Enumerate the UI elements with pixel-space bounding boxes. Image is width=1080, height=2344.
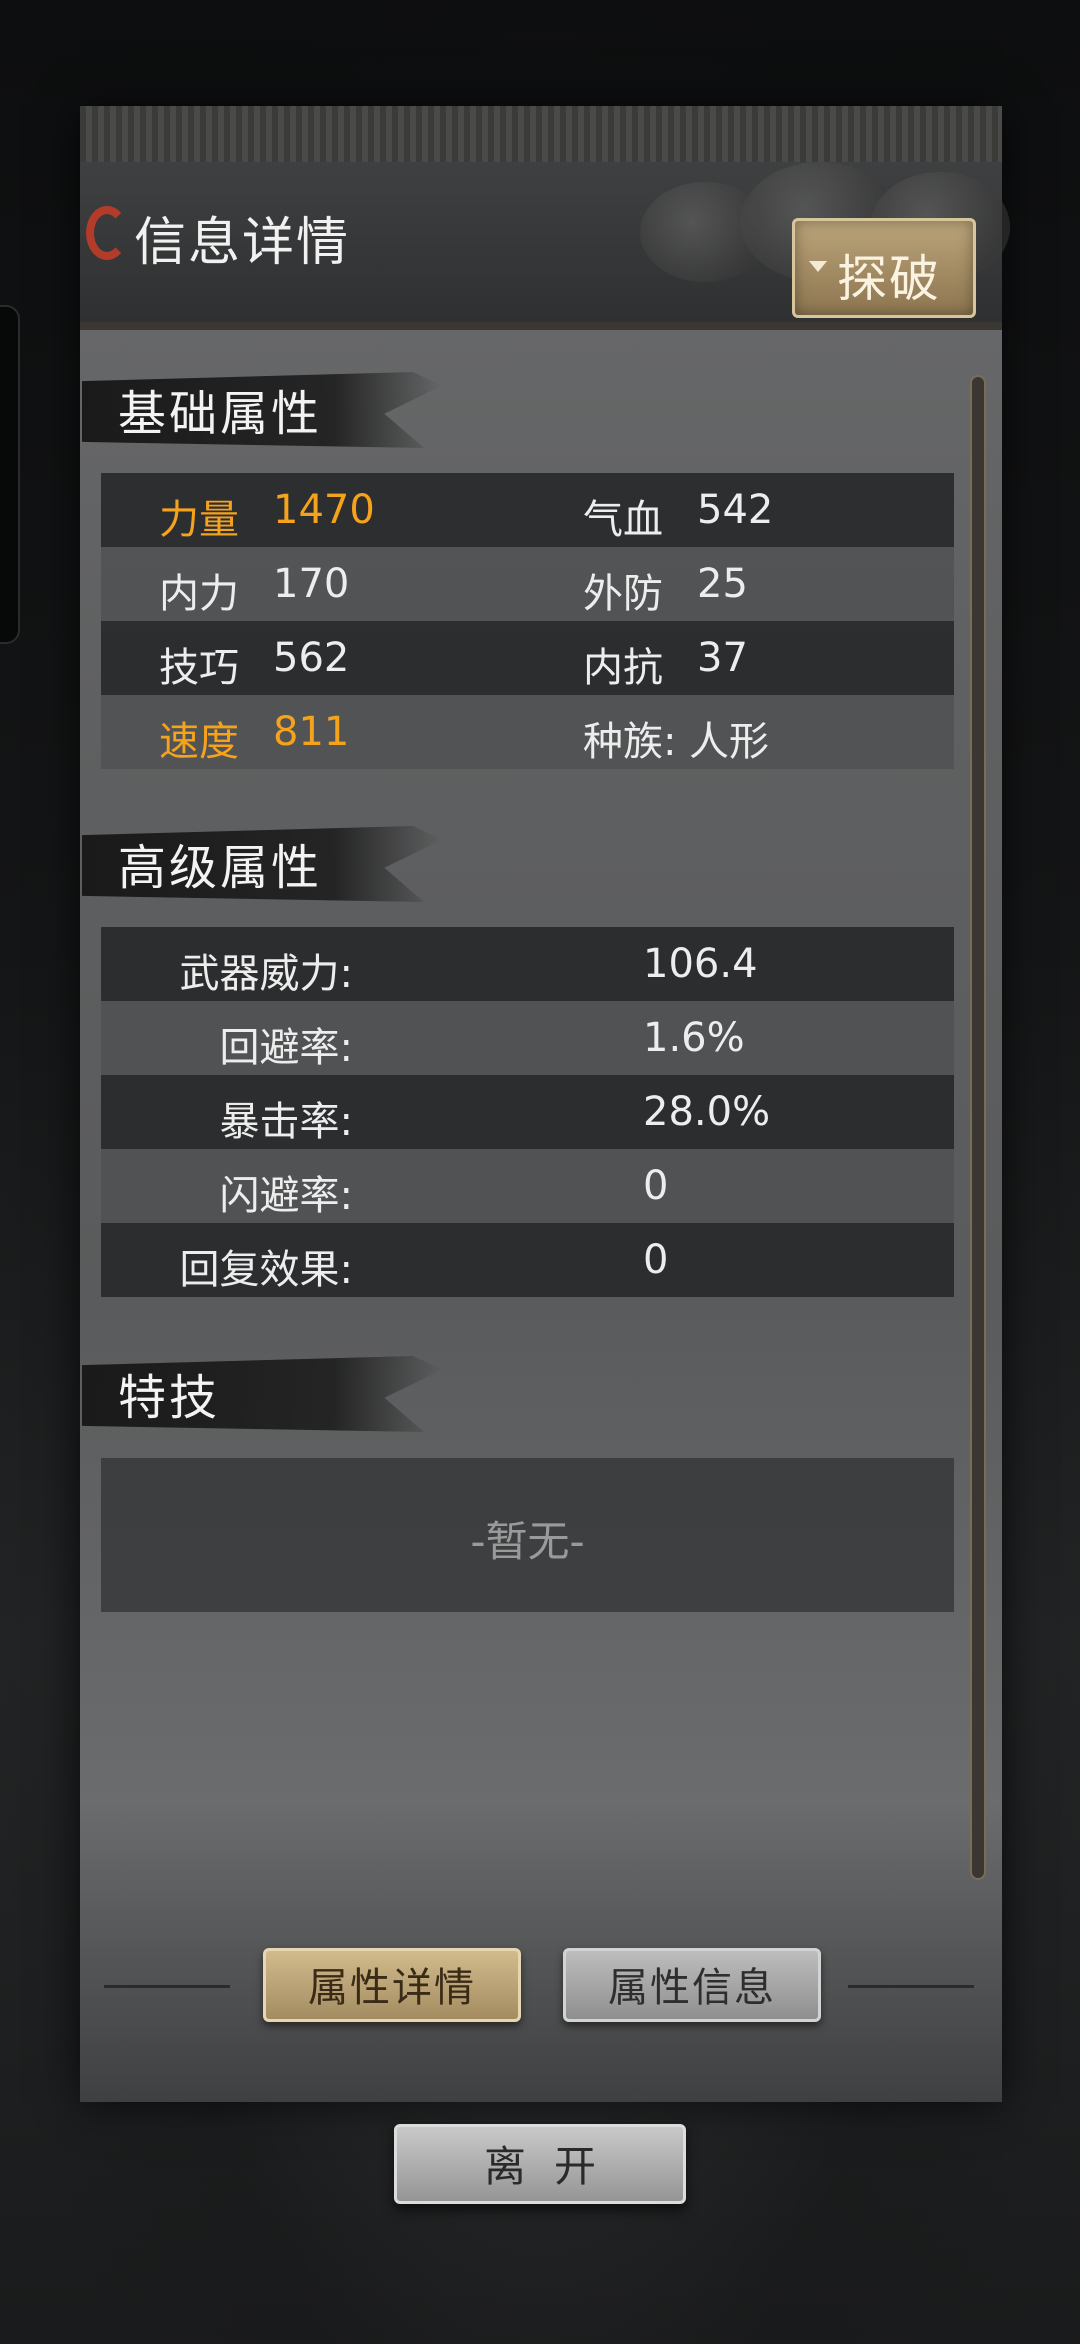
attr-label: 回避率: [219,1025,353,1071]
leave-button[interactable]: 离开 [394,2124,686,2204]
attr-value: 170 [273,561,350,607]
attr-value: 0 [643,1237,669,1283]
attr-value: 0 [643,1163,669,1209]
attr-label: 回复效果: [179,1247,353,1293]
table-row: 力量 1470 气血 542 [101,473,954,547]
attr-value: 1470 [273,487,375,533]
panel-top-border [80,106,1002,165]
skills-empty-text: -暂无- [470,1517,585,1566]
table-row: 内力 170 外防 25 [101,547,954,621]
tab-attribute-info[interactable]: 属性信息 [563,1948,821,2022]
attr-value: 542 [697,487,774,533]
basic-section-title: 基础属性 [118,386,323,442]
attr-label: 闪避率: [219,1173,353,1219]
scrollbar[interactable] [970,375,986,1880]
attr-value: 25 [697,561,748,607]
attr-label: 武器威力: [179,951,353,997]
attr-label: 内抗 [583,645,663,691]
table-row: 暴击率: 28.0% [101,1075,954,1149]
attr-label: 内力 [159,571,239,617]
attr-label: 外防 [583,571,663,617]
skills-section-title: 特技 [118,1370,221,1426]
tab-attribute-details[interactable]: 属性详情 [263,1948,521,2022]
table-row: 速度 811 种族: 人形 [101,695,954,769]
table-row: 闪避率: 0 [101,1149,954,1223]
attr-value: 562 [273,635,350,681]
attr-value: 1.6% [643,1015,745,1061]
advanced-attributes-table: 武器威力: 106.4 回避率: 1.6% 暴击率: 28.0% 闪避率: 0 … [101,927,954,1297]
attr-label: 暴击率: [219,1099,353,1145]
basic-attributes-table: 力量 1470 气血 542 内力 170 外防 25 技巧 562 内抗 37… [101,473,954,769]
attr-label: 速度 [159,719,239,765]
table-row: 回复效果: 0 [101,1223,954,1297]
page-title: 信息详情 [134,213,351,273]
caret-down-icon [809,261,827,272]
attr-value: 37 [697,635,748,681]
attr-value: 811 [273,709,350,755]
advanced-section-title: 高级属性 [118,840,323,896]
skills-box: -暂无- [101,1458,954,1612]
table-row: 技巧 562 内抗 37 [101,621,954,695]
attr-label: 技巧 [159,645,239,691]
side-edge-tab [0,305,20,644]
attr-value: 人形 [689,719,769,765]
logo-icon [86,206,128,260]
table-row: 武器威力: 106.4 [101,927,954,1001]
attr-label: 种族: [583,719,677,765]
tanpo-label: 探破 [837,250,941,308]
attr-label: 气血 [583,497,663,543]
divider-line [104,1985,230,1988]
table-row: 回避率: 1.6% [101,1001,954,1075]
divider-line [848,1985,974,1988]
attr-label: 力量 [159,497,239,543]
tanpo-dropdown-button[interactable]: 探破 [792,218,976,318]
attr-value: 28.0% [643,1089,771,1135]
attr-value: 106.4 [643,941,758,987]
